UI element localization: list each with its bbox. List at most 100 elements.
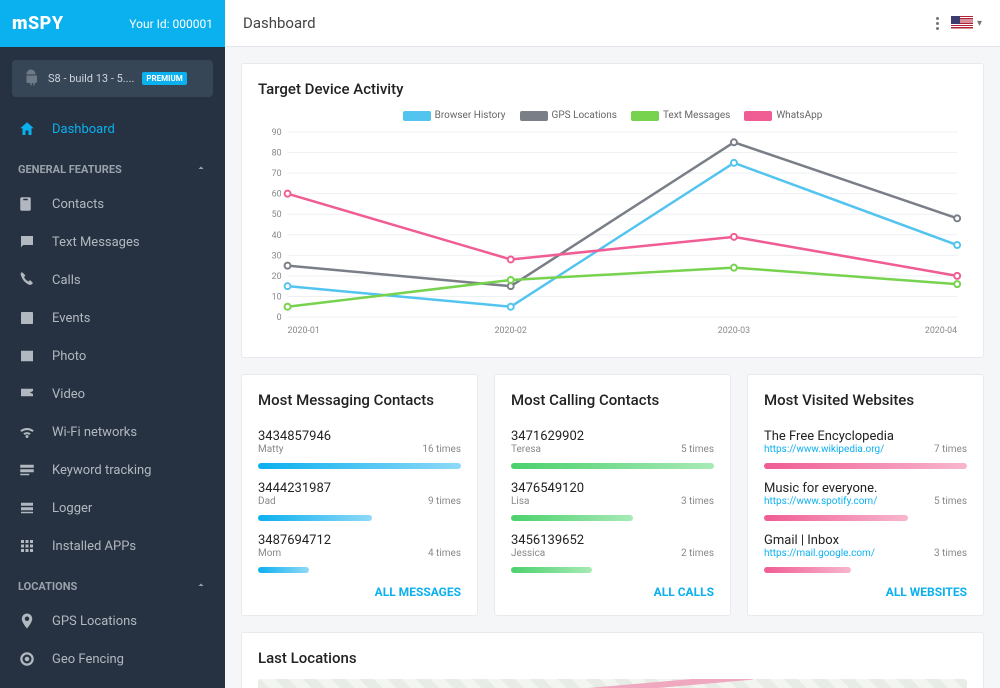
map-preview[interactable] (258, 679, 967, 688)
item-count: 7 times (934, 444, 967, 455)
chart-title: Target Device Activity (258, 80, 967, 98)
sidebar-item-events[interactable]: Events (0, 299, 225, 337)
list-item: 3471629902Teresa5 times (511, 421, 714, 473)
legend-swatch (520, 111, 548, 121)
contacts-icon (18, 195, 36, 213)
progress-bar (764, 515, 908, 521)
sidebar-item-video[interactable]: Video (0, 375, 225, 413)
more-menu-button[interactable] (936, 17, 939, 30)
sidebar-item-geo-fencing[interactable]: Geo Fencing (0, 640, 225, 678)
item-count: 16 times (422, 444, 461, 455)
progress-bar (511, 567, 592, 573)
svg-text:2020-02: 2020-02 (495, 326, 527, 336)
user-id: Your Id: 000001 (129, 17, 213, 31)
logger-icon (18, 499, 36, 517)
svg-text:40: 40 (272, 231, 282, 241)
sidebar-item-keyword-tracking[interactable]: Keyword tracking (0, 451, 225, 489)
device-name: S8 - build 13 - 5.... (48, 72, 134, 85)
main: Dashboard ▾ Target Device Activity Brows… (225, 0, 1000, 688)
nav-section-locations[interactable]: LOCATIONS (0, 565, 225, 602)
list-item: Gmail | Inboxhttps://mail.google.com/3 t… (764, 525, 967, 577)
legend-swatch (744, 111, 772, 121)
card-title: Most Messaging Contacts (258, 391, 461, 409)
svg-text:2020-04: 2020-04 (925, 326, 957, 336)
card-title: Most Calling Contacts (511, 391, 714, 409)
item-subtitle[interactable]: https://mail.google.com/ (764, 548, 875, 559)
all-calls-link[interactable]: ALL CALLS (511, 585, 714, 599)
sidebar-item-label: Contacts (52, 197, 104, 212)
svg-text:2020-01: 2020-01 (288, 326, 320, 336)
video-icon (18, 385, 36, 403)
sidebar-item-installed-apps[interactable]: Installed APPs (0, 527, 225, 565)
item-title: Gmail | Inbox (764, 533, 875, 548)
legend-item[interactable]: GPS Locations (520, 110, 617, 121)
item-subtitle[interactable]: https://www.wikipedia.org/ (764, 444, 894, 455)
item-title: 3434857946 (258, 429, 331, 444)
legend-item[interactable]: WhatsApp (744, 110, 822, 121)
premium-badge: PREMIUM (142, 72, 186, 85)
sidebar-item-gps-locations[interactable]: GPS Locations (0, 602, 225, 640)
text-messages-icon (18, 233, 36, 251)
nav-section-general[interactable]: GENERAL FEATURES (0, 148, 225, 185)
nav-dashboard[interactable]: Dashboard (0, 110, 225, 148)
language-selector[interactable]: ▾ (951, 16, 982, 30)
sidebar-item-text-messages[interactable]: Text Messages (0, 223, 225, 261)
sidebar-item-logger[interactable]: Logger (0, 489, 225, 527)
chevron-up-icon (195, 579, 207, 594)
websites-card: Most Visited Websites The Free Encyclope… (747, 374, 984, 616)
brand-logo: mSPY (12, 13, 64, 34)
sidebar-item-photo[interactable]: Photo (0, 337, 225, 375)
device-selector[interactable]: S8 - build 13 - 5.... PREMIUM (12, 60, 213, 97)
svg-text:0: 0 (277, 313, 282, 323)
svg-text:20: 20 (272, 272, 282, 282)
svg-text:2020-03: 2020-03 (718, 326, 750, 336)
all-messages-link[interactable]: ALL MESSAGES (258, 585, 461, 599)
chevron-down-icon: ▾ (977, 18, 982, 29)
legend-item[interactable]: Browser History (403, 110, 506, 121)
item-subtitle: Dad (258, 496, 331, 507)
legend-item[interactable]: Text Messages (631, 110, 730, 121)
item-count: 3 times (681, 496, 714, 507)
calls-icon (18, 271, 36, 289)
item-count: 3 times (934, 548, 967, 559)
gps-icon (18, 612, 36, 630)
item-title: 3476549120 (511, 481, 584, 496)
item-subtitle: Matty (258, 444, 331, 455)
progress-bar (258, 463, 461, 469)
item-count: 9 times (428, 496, 461, 507)
legend-label: WhatsApp (776, 110, 822, 121)
progress-bar (511, 463, 714, 469)
sidebar-item-label: Logger (52, 501, 92, 516)
item-subtitle[interactable]: https://www.spotify.com/ (764, 496, 877, 507)
progress-bar (764, 463, 967, 469)
all-websites-link[interactable]: ALL WEBSITES (764, 585, 967, 599)
svg-text:30: 30 (272, 251, 282, 261)
progress-bar (258, 515, 372, 521)
us-flag-icon (951, 16, 973, 30)
item-count: 2 times (681, 548, 714, 559)
legend-swatch (631, 111, 659, 121)
sidebar-header: mSPY Your Id: 000001 (0, 0, 225, 47)
calling-card: Most Calling Contacts 3471629902Teresa5 … (494, 374, 731, 616)
svg-text:60: 60 (272, 190, 282, 200)
sidebar-item-label: Events (52, 311, 90, 326)
list-item: 3487694712Mom4 times (258, 525, 461, 577)
list-item: 3444231987Dad 9 times (258, 473, 461, 525)
item-subtitle: Teresa (511, 444, 584, 455)
sidebar: mSPY Your Id: 000001 S8 - build 13 - 5..… (0, 0, 225, 688)
svg-text:70: 70 (272, 169, 282, 179)
sidebar-item-label: Wi-Fi networks (52, 425, 137, 440)
sidebar-item-wi-fi-networks[interactable]: Wi-Fi networks (0, 413, 225, 451)
page-title: Dashboard (243, 14, 316, 32)
item-title: 3487694712 (258, 533, 331, 548)
sidebar-item-contacts[interactable]: Contacts (0, 185, 225, 223)
item-subtitle: Mom (258, 548, 331, 559)
item-count: 5 times (934, 496, 967, 507)
svg-text:80: 80 (272, 149, 282, 159)
legend-label: Browser History (435, 110, 506, 121)
item-title: 3444231987 (258, 481, 331, 496)
chevron-up-icon (195, 162, 207, 177)
sidebar-item-label: Calls (52, 273, 81, 288)
sidebar-item-calls[interactable]: Calls (0, 261, 225, 299)
progress-bar (258, 567, 309, 573)
